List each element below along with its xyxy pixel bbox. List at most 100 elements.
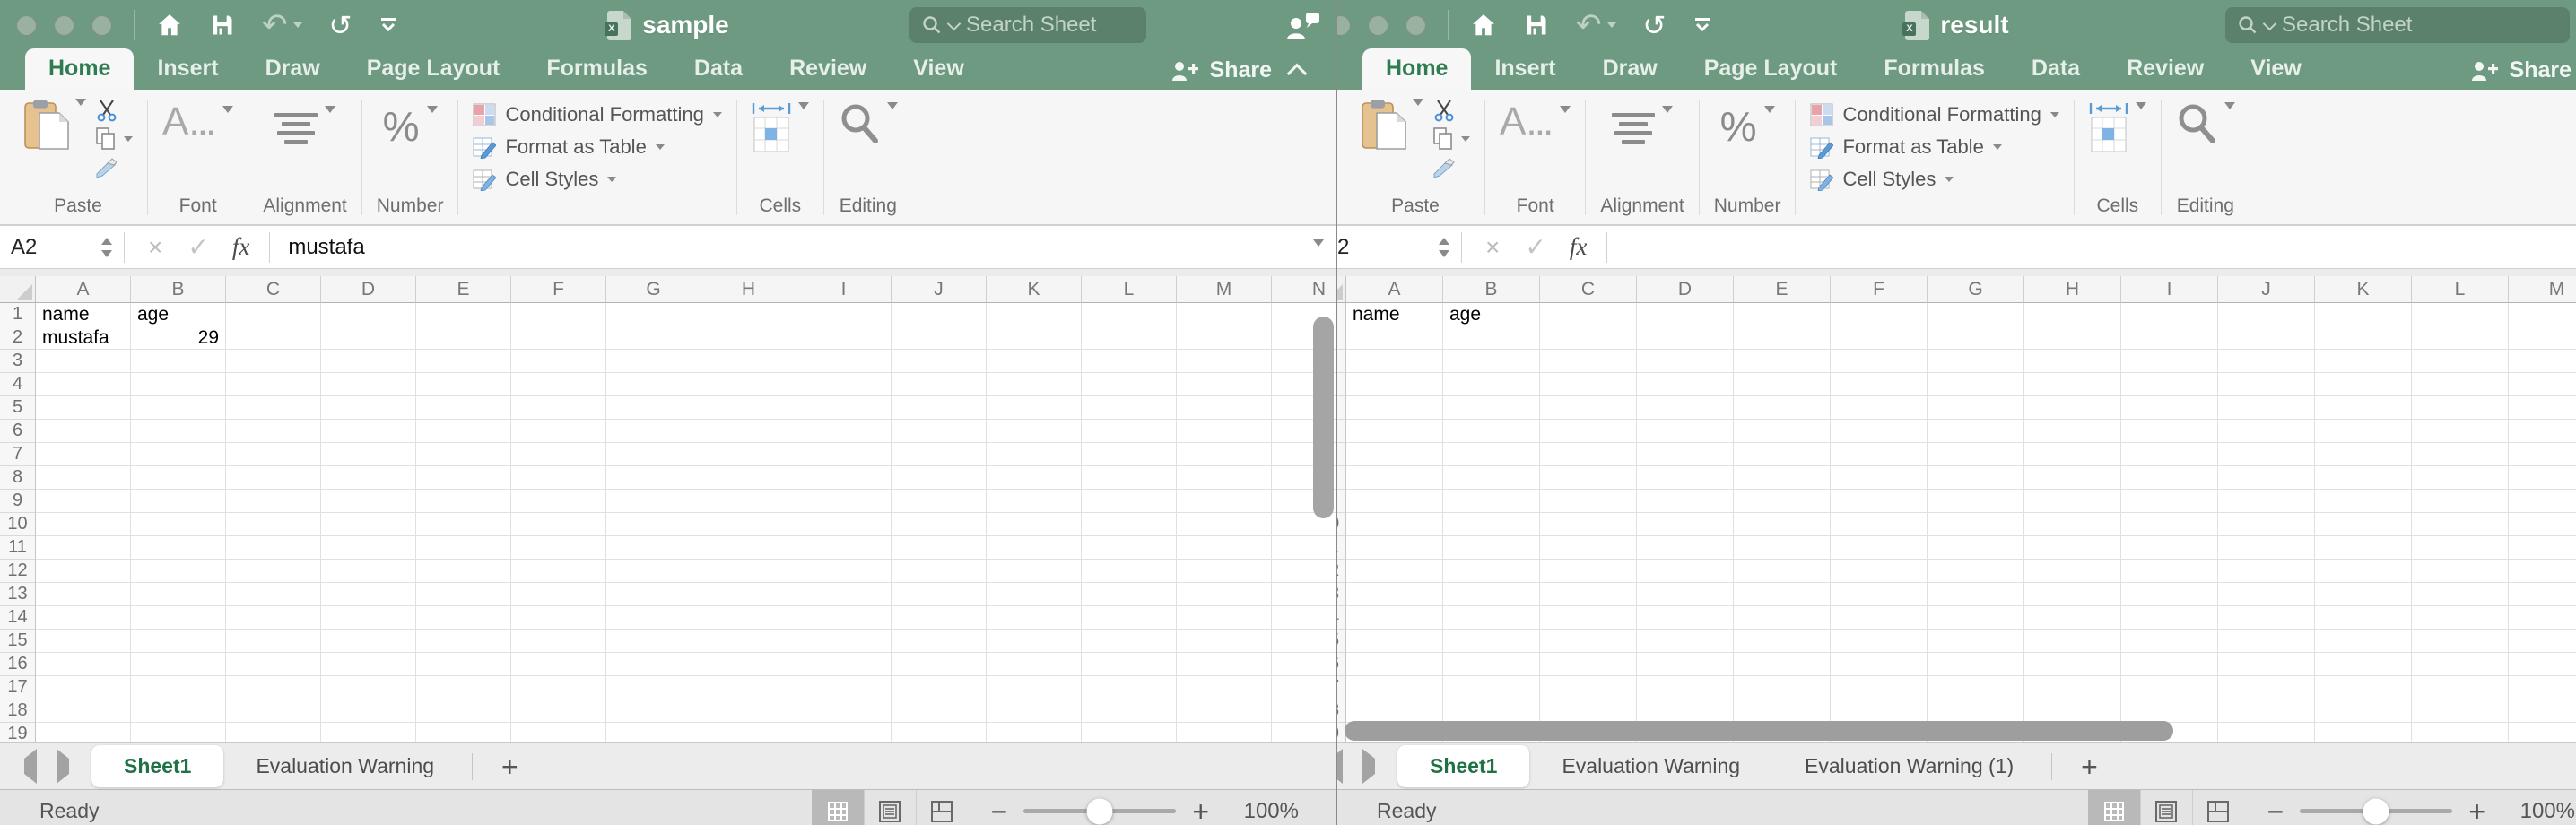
redo-icon[interactable]: ↺ [1643, 12, 1667, 39]
cell-b14[interactable] [131, 606, 226, 630]
cell-b6[interactable] [1443, 420, 1540, 443]
cut-button[interactable] [1432, 99, 1456, 122]
cell-a6[interactable] [1346, 420, 1443, 443]
cell-l16[interactable] [1082, 653, 1177, 676]
cell-b12[interactable] [1443, 560, 1540, 583]
cell-l10[interactable] [1082, 513, 1177, 536]
ribbon-tab-home[interactable]: Home [25, 48, 134, 90]
cells-button[interactable] [2089, 102, 2128, 152]
cell-a15[interactable] [1346, 630, 1443, 653]
cell-i5[interactable] [796, 396, 892, 420]
cell-k7[interactable] [987, 443, 1082, 466]
cell-e3[interactable] [1734, 350, 1831, 373]
cell-b3[interactable] [1443, 350, 1540, 373]
row-header-4[interactable]: 4 [1337, 373, 1346, 396]
cell-h3[interactable] [701, 350, 796, 373]
cell-l17[interactable] [1082, 676, 1177, 699]
column-header-h[interactable]: H [2024, 276, 2121, 303]
cell-b2[interactable]: 29 [131, 326, 226, 350]
cell-h14[interactable] [701, 606, 796, 630]
cell-h5[interactable] [701, 396, 796, 420]
cell-a17[interactable] [36, 676, 131, 699]
column-header-b[interactable]: B [131, 276, 226, 303]
alignment-dropdown-icon[interactable] [325, 106, 335, 113]
cell-a9[interactable] [36, 490, 131, 513]
cell-i7[interactable] [2121, 443, 2218, 466]
cell-f18[interactable] [1831, 699, 1928, 723]
cells-dropdown-icon[interactable] [798, 102, 809, 109]
cell-n17[interactable] [1272, 676, 1336, 699]
cell-b9[interactable] [1443, 490, 1540, 513]
cell-h14[interactable] [2024, 606, 2121, 630]
cell-k15[interactable] [987, 630, 1082, 653]
cell-a15[interactable] [36, 630, 131, 653]
cell-e12[interactable] [1734, 560, 1831, 583]
cell-d16[interactable] [1637, 653, 1734, 676]
cell-n19[interactable] [1272, 723, 1336, 742]
cell-g9[interactable] [606, 490, 701, 513]
cell-c5[interactable] [1540, 396, 1637, 420]
cell-g16[interactable] [1928, 653, 2024, 676]
cell-i10[interactable] [2121, 513, 2218, 536]
cell-m3[interactable] [1177, 350, 1272, 373]
cell-h17[interactable] [2024, 676, 2121, 699]
cell-k18[interactable] [987, 699, 1082, 723]
select-all-corner[interactable] [0, 276, 36, 303]
cell-l19[interactable] [1082, 723, 1177, 742]
cell-g2[interactable] [1928, 326, 2024, 350]
row-header-19[interactable]: 19 [0, 723, 36, 742]
cell-f3[interactable] [1831, 350, 1928, 373]
cell-l19[interactable] [2412, 723, 2509, 742]
redo-icon[interactable]: ↺ [329, 12, 352, 39]
cells-button[interactable] [752, 102, 791, 152]
cell-i18[interactable] [2121, 699, 2218, 723]
alignment-button[interactable] [274, 97, 335, 144]
paste-button[interactable] [1361, 97, 1423, 152]
cell-m17[interactable] [2509, 676, 2576, 699]
cells-dropdown-icon[interactable] [2136, 102, 2146, 109]
cell-k12[interactable] [2315, 560, 2412, 583]
cell-b11[interactable] [131, 536, 226, 560]
cell-j1[interactable] [2218, 303, 2315, 326]
cell-l6[interactable] [2412, 420, 2509, 443]
cell-l12[interactable] [1082, 560, 1177, 583]
cell-k11[interactable] [2315, 536, 2412, 560]
cell-c3[interactable] [226, 350, 321, 373]
row-header-10[interactable]: 10 [0, 513, 36, 536]
cell-k12[interactable] [987, 560, 1082, 583]
cell-f4[interactable] [1831, 373, 1928, 396]
cell-c15[interactable] [226, 630, 321, 653]
cell-i15[interactable] [2121, 630, 2218, 653]
cell-j4[interactable] [2218, 373, 2315, 396]
cell-a12[interactable] [36, 560, 131, 583]
cell-k16[interactable] [2315, 653, 2412, 676]
column-header-k[interactable]: K [987, 276, 1082, 303]
cell-g1[interactable] [1928, 303, 2024, 326]
prev-sheet-arrow[interactable] [24, 759, 37, 775]
alignment-button[interactable] [1612, 97, 1673, 144]
cell-j9[interactable] [892, 490, 987, 513]
cell-j1[interactable] [892, 303, 987, 326]
cell-g7[interactable] [1928, 443, 2024, 466]
cell-a18[interactable] [1346, 699, 1443, 723]
page-layout-view-button[interactable] [2140, 790, 2192, 825]
cell-h4[interactable] [2024, 373, 2121, 396]
ribbon-tab-page-layout[interactable]: Page Layout [1681, 48, 1861, 90]
row-header-2[interactable]: 2 [0, 326, 36, 350]
cell-j17[interactable] [892, 676, 987, 699]
cell-i7[interactable] [796, 443, 892, 466]
cell-b1[interactable]: age [131, 303, 226, 326]
cell-b8[interactable] [1443, 466, 1540, 490]
search-sheet-input[interactable]: Search Sheet [2225, 7, 2570, 43]
cell-m6[interactable] [2509, 420, 2576, 443]
cell-f16[interactable] [511, 653, 606, 676]
cell-g16[interactable] [606, 653, 701, 676]
home-toolbar-icon[interactable] [1470, 12, 1497, 39]
ribbon-tab-draw[interactable]: Draw [1580, 48, 1681, 90]
undo-icon[interactable]: ↶ [262, 10, 302, 40]
cell-b13[interactable] [1443, 583, 1540, 606]
close-button[interactable] [16, 15, 37, 36]
formula-input[interactable]: mustafa [274, 235, 364, 260]
search-sheet-input[interactable]: Search Sheet [909, 7, 1146, 43]
cell-h10[interactable] [2024, 513, 2121, 536]
